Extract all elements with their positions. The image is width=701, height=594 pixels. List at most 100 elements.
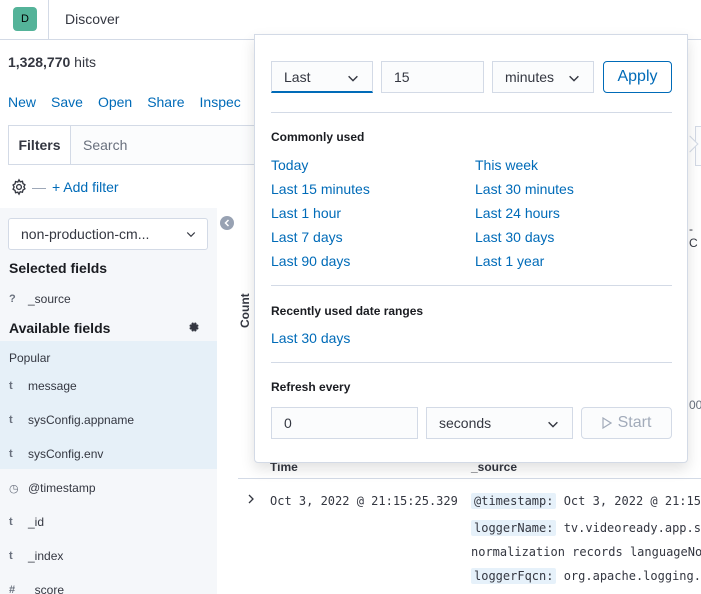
chart-axis-fragment: 00 — [689, 398, 701, 412]
field-type-icon: t — [9, 380, 13, 392]
start-refresh-button[interactable]: Start — [581, 407, 672, 439]
quick-unit-value: minutes — [505, 69, 555, 85]
divider — [271, 362, 672, 363]
field-item[interactable]: ◷ @timestamp — [9, 481, 96, 495]
quick-tense-select[interactable]: Last — [271, 61, 373, 93]
field-name: sysConfig.appname — [28, 413, 135, 427]
source-line: @timestamp: Oct 3, 2022 @ 21:15: — [471, 493, 701, 509]
date-picker-popover: Last 15 minutes Apply Commonly used Toda… — [254, 34, 688, 463]
index-pattern-value: non-production-cm... — [21, 226, 150, 242]
refresh-interval-value: 0 — [284, 415, 292, 431]
field-type-icon: t — [9, 516, 13, 528]
field-name: sysConfig.env — [28, 447, 104, 461]
source-key: loggerName: — [471, 520, 557, 536]
hits-counter: 1,328,770 hits — [8, 54, 96, 70]
commonly-used-title: Commonly used — [271, 130, 365, 144]
gear-icon[interactable] — [188, 321, 200, 333]
apply-button[interactable]: Apply — [603, 61, 672, 93]
field-name: @timestamp — [28, 481, 96, 495]
field-item[interactable]: t message — [9, 379, 77, 393]
commonly-used-link[interactable]: Last 30 days — [475, 229, 554, 245]
selected-fields-title: Selected fields — [9, 260, 108, 276]
quick-tense-value: Last — [284, 68, 311, 85]
field-item[interactable]: t _index — [9, 549, 63, 563]
field-type-icon: ? — [9, 293, 16, 305]
hits-suffix: hits — [70, 54, 96, 70]
menu-open-link[interactable]: Open — [98, 94, 132, 110]
divider — [271, 285, 672, 286]
play-icon — [601, 417, 612, 429]
menu-inspect-link[interactable]: Inspec — [200, 94, 241, 110]
add-filter-row: — + Add filter — [10, 178, 119, 196]
search-input[interactable]: Search — [71, 126, 267, 164]
recently-used-title: Recently used date ranges — [271, 304, 424, 318]
chevron-left-icon — [224, 219, 230, 227]
header-divider — [48, 0, 49, 40]
field-item[interactable]: t sysConfig.env — [9, 447, 103, 461]
source-line: loggerFqcn: org.apache.logging.l — [471, 568, 701, 584]
field-name: message — [28, 379, 77, 393]
source-key: loggerFqcn: — [471, 568, 557, 584]
refresh-unit-select[interactable]: seconds — [426, 407, 573, 439]
field-type-icon: # — [9, 584, 16, 594]
source-value: tv.videoready.app.se — [556, 521, 701, 535]
query-bar: Filters Search — [8, 125, 268, 165]
field-item[interactable]: t sysConfig.appname — [9, 413, 134, 427]
field-name: _index — [28, 549, 64, 563]
collapse-sidebar-button[interactable] — [220, 216, 234, 230]
chevron-down-icon — [186, 232, 196, 238]
refresh-unit-value: seconds — [439, 415, 492, 431]
field-type-icon: t — [9, 448, 13, 460]
top-nav-menu: New Save Open Share Inspec — [8, 94, 256, 110]
commonly-used-link[interactable]: Last 30 minutes — [475, 181, 574, 197]
field-name: _id — [28, 515, 45, 529]
field-name: _score — [28, 583, 65, 594]
available-fields-title: Available fields — [9, 320, 111, 336]
field-item[interactable]: ? _source — [9, 292, 71, 306]
menu-share-link[interactable]: Share — [147, 94, 184, 110]
menu-save-link[interactable]: Save — [51, 94, 83, 110]
quick-value: 15 — [394, 69, 410, 85]
commonly-used-link[interactable]: Last 1 year — [475, 253, 544, 269]
field-item[interactable]: t _id — [9, 515, 44, 529]
chevron-down-icon — [569, 75, 579, 82]
commonly-used-link[interactable]: Last 7 days — [271, 229, 343, 245]
filter-separator: — — [32, 179, 46, 195]
field-type-icon: t — [9, 414, 13, 426]
row-time-cell: Oct 3, 2022 @ 21:15:25.329 — [270, 494, 458, 508]
menu-new-link[interactable]: New — [8, 94, 36, 110]
field-sidebar: non-production-cm... Selected fields ? _… — [0, 208, 217, 594]
refresh-interval-input[interactable]: 0 — [271, 407, 418, 439]
quick-value-input[interactable]: 15 — [381, 61, 484, 93]
field-item[interactable]: # _score — [9, 583, 64, 594]
commonly-used-link[interactable]: Last 1 hour — [271, 205, 341, 221]
popular-label: Popular — [9, 351, 51, 365]
index-pattern-select[interactable]: non-production-cm... — [8, 218, 208, 250]
refresh-every-title: Refresh every — [271, 380, 351, 394]
commonly-used-link[interactable]: Today — [271, 157, 308, 173]
chevron-right-icon[interactable] — [246, 494, 256, 504]
gear-icon[interactable] — [10, 178, 28, 196]
commonly-used-link[interactable]: This week — [475, 157, 538, 173]
source-key: @timestamp: — [471, 493, 557, 509]
add-filter-link[interactable]: + Add filter — [52, 179, 119, 195]
source-value: org.apache.logging.l — [556, 569, 701, 583]
chevron-down-icon — [348, 75, 358, 82]
chart-y-axis-label: Count — [238, 293, 252, 328]
source-line: loggerName: tv.videoready.app.se — [471, 520, 701, 536]
app-title: Discover — [65, 11, 120, 27]
source-line: normalization records languageNo — [471, 545, 701, 559]
filters-button[interactable]: Filters — [9, 126, 71, 164]
start-label: Start — [617, 414, 652, 431]
recent-range-link[interactable]: Last 30 days — [271, 330, 350, 346]
field-name: _source — [28, 292, 71, 306]
source-value: Oct 3, 2022 @ 21:15: — [556, 494, 701, 508]
field-type-icon: t — [9, 550, 13, 562]
quick-unit-select[interactable]: minutes — [492, 61, 594, 93]
commonly-used-link[interactable]: Last 90 days — [271, 253, 350, 269]
commonly-used-link[interactable]: Last 24 hours — [475, 205, 560, 221]
commonly-used-link[interactable]: Last 15 minutes — [271, 181, 370, 197]
chevron-down-icon — [548, 421, 558, 428]
space-avatar[interactable]: D — [13, 7, 37, 31]
source-value: normalization records languageNo — [471, 545, 701, 559]
